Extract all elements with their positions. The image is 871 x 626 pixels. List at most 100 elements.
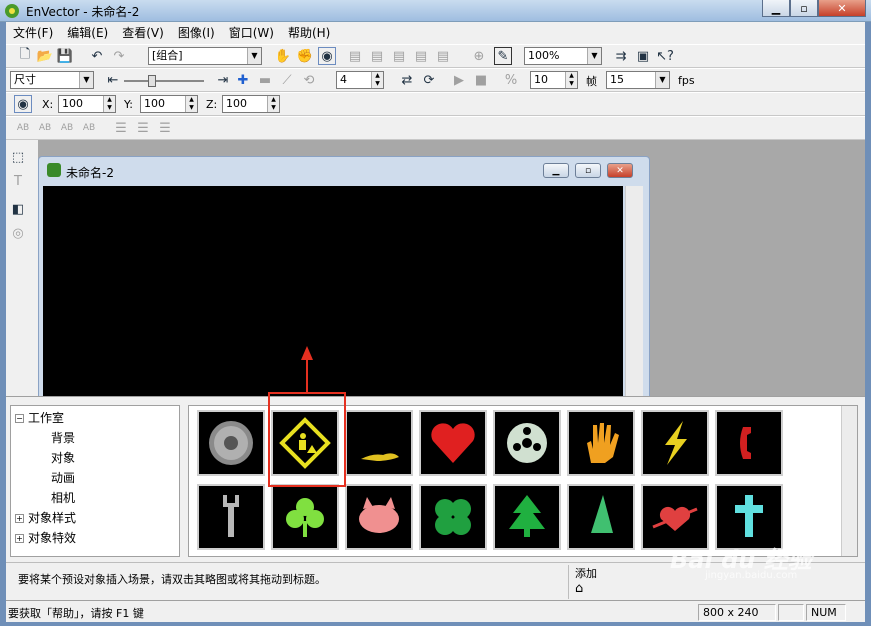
thumb-wrench[interactable] (197, 484, 265, 550)
loop-back-icon[interactable]: ⟲ (300, 71, 318, 89)
text-toolbar: AB AB AB AB ☰ ☰ ☰ (6, 116, 865, 140)
text-spacing-icon[interactable]: AB (14, 119, 32, 137)
gallery-scrollbar[interactable] (841, 406, 857, 556)
help-pointer-icon[interactable]: ↖? (656, 47, 674, 65)
tree-node-object-effects[interactable]: + 对象特效 (15, 528, 76, 548)
swap-icon[interactable]: ⇄ (398, 71, 416, 89)
tree-node-animation[interactable]: 动画 (51, 468, 75, 488)
gallery-icon[interactable]: ▣ (634, 47, 652, 65)
spinner-arrows-icon[interactable]: ▲ ▼ (185, 96, 197, 112)
text-kerning-icon[interactable]: AB (36, 119, 54, 137)
align-left-icon[interactable]: ☰ (112, 119, 130, 137)
select-tool-icon[interactable]: ⬚ (9, 148, 27, 166)
text-tool-icon[interactable]: T (9, 172, 27, 190)
stop-icon[interactable]: ■ (472, 71, 490, 89)
new-file-icon[interactable]: 🗋 (16, 47, 34, 65)
thumb-phone[interactable] (715, 410, 783, 476)
expand-icon[interactable]: + (15, 534, 24, 543)
menu-help[interactable]: 帮助(H) (281, 22, 337, 42)
thumb-hand[interactable] (567, 410, 635, 476)
tree-node-object-style[interactable]: + 对象样式 (15, 508, 76, 528)
open-folder-icon[interactable]: 📂 (36, 47, 54, 65)
loop-icon[interactable]: ⟳ (420, 71, 438, 89)
layer4-icon[interactable]: ▤ (412, 47, 430, 65)
target-icon[interactable]: ◉ (14, 95, 32, 113)
value-spinner[interactable]: 4 ▲ ▼ (336, 71, 384, 89)
add-button[interactable]: 添加 ⌂ (568, 565, 604, 599)
status-num: NUM (806, 604, 846, 621)
menu-image[interactable]: 图像(I) (171, 22, 222, 42)
tween-icon[interactable]: ⟋ (278, 71, 296, 89)
align-right-icon[interactable]: ☰ (156, 119, 174, 137)
zoom-combo[interactable]: 100% ▼ (524, 47, 602, 65)
z-spinner[interactable]: 100 ▲ ▼ (222, 95, 280, 113)
thumb-heart[interactable] (419, 410, 487, 476)
prev-frame-icon[interactable]: ⇤ (104, 71, 122, 89)
align-center-icon[interactable]: ☰ (134, 119, 152, 137)
add-keyframe-icon[interactable]: ✚ (234, 71, 252, 89)
thumb-construction-sign[interactable] (271, 410, 339, 476)
remove-keyframe-icon[interactable]: ▬ (256, 71, 274, 89)
thumb-kangaroo[interactable] (345, 410, 413, 476)
doc-minimize-button[interactable]: ▁ (543, 163, 569, 178)
save-icon[interactable]: 💾 (56, 47, 74, 65)
scene-canvas[interactable] (43, 186, 623, 396)
layer2-icon[interactable]: ▤ (368, 47, 386, 65)
export-icon[interactable]: ⇉ (612, 47, 630, 65)
x-value: 100 (62, 97, 83, 110)
thumb-tree[interactable] (493, 484, 561, 550)
doc-maximize-button[interactable]: ▫ (575, 163, 601, 178)
expand-icon[interactable]: + (15, 514, 24, 523)
menu-file[interactable]: 文件(F) (6, 22, 60, 42)
menu-edit[interactable]: 编辑(E) (60, 22, 115, 42)
edit-icon[interactable]: ✎ (494, 47, 512, 65)
menu-window[interactable]: 窗口(W) (222, 22, 281, 42)
timeline-slider[interactable] (124, 73, 204, 89)
doc-close-button[interactable]: ✕ (607, 163, 633, 178)
close-button[interactable]: ✕ (818, 0, 866, 17)
percent-icon[interactable]: % (502, 71, 520, 89)
layer5-icon[interactable]: ▤ (434, 47, 452, 65)
y-spinner[interactable]: 100 ▲ ▼ (140, 95, 198, 113)
thumb-gear[interactable] (197, 410, 265, 476)
thumb-film-reel[interactable] (493, 410, 561, 476)
next-frame-icon[interactable]: ⇥ (214, 71, 232, 89)
play-icon[interactable]: ▶ (450, 71, 468, 89)
thumb-cat-face[interactable] (345, 484, 413, 550)
collapse-icon[interactable]: − (15, 414, 24, 423)
tree-node-camera[interactable]: 相机 (51, 488, 75, 508)
thumb-shamrock[interactable] (271, 484, 339, 550)
text-baseline-icon[interactable]: AB (80, 119, 98, 137)
maximize-button[interactable]: ▫ (790, 0, 818, 17)
y-value: 100 (144, 97, 165, 110)
zoom-tool-icon[interactable]: ◎ (9, 224, 27, 242)
fps-spinner[interactable]: 10 ▲ ▼ (530, 71, 578, 89)
thumb-lightning[interactable] (641, 410, 709, 476)
minimize-button[interactable]: ▁ (762, 0, 790, 17)
layer3-icon[interactable]: ▤ (390, 47, 408, 65)
x-spinner[interactable]: 100 ▲ ▼ (58, 95, 116, 113)
canvas-scrollbar[interactable] (625, 186, 643, 396)
shape-tool-icon[interactable]: ◧ (9, 200, 27, 218)
globe-icon[interactable]: ⊕ (470, 47, 488, 65)
layer-icon[interactable]: ▤ (346, 47, 364, 65)
spinner-arrows-icon[interactable]: ▲ ▼ (103, 96, 115, 112)
rotate-hand-icon[interactable]: ✊ (296, 47, 314, 65)
thumb-sail[interactable] (567, 484, 635, 550)
object-combo[interactable]: [组合] ▼ (148, 47, 262, 65)
tree-node-object[interactable]: 对象 (51, 448, 75, 468)
tree-node-studio[interactable]: − 工作室 (15, 408, 64, 428)
spinner-arrows-icon[interactable]: ▲ ▼ (565, 72, 577, 88)
undo-icon[interactable]: ↶ (88, 47, 106, 65)
target-icon[interactable]: ◉ (318, 47, 336, 65)
thumb-clover[interactable] (419, 484, 487, 550)
hand-icon[interactable]: ✋ (274, 47, 292, 65)
text-leading-icon[interactable]: AB (58, 119, 76, 137)
frame-combo[interactable]: 15 ▼ (606, 71, 670, 89)
redo-icon[interactable]: ↷ (110, 47, 128, 65)
tree-node-background[interactable]: 背景 (51, 428, 75, 448)
menu-view[interactable]: 查看(V) (115, 22, 171, 42)
spinner-arrows-icon[interactable]: ▲ ▼ (371, 72, 383, 88)
spinner-arrows-icon[interactable]: ▲ ▼ (267, 96, 279, 112)
size-combo[interactable]: 尺寸 ▼ (10, 71, 94, 89)
